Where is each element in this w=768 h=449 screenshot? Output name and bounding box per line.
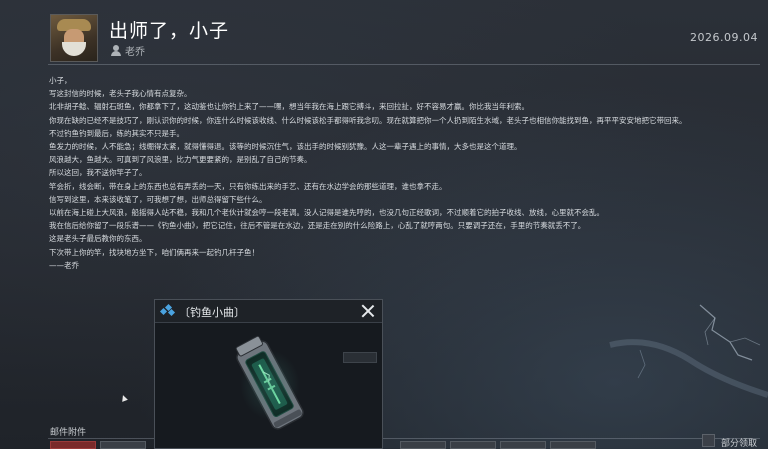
sender-name: 老乔: [125, 47, 145, 58]
claim-label: 部分领取: [721, 439, 758, 449]
letter-line: 鱼发力的时候，人不能急；线绷得太紧，就得懂得退。该等的时候沉住气，该出手的时候别…: [49, 142, 522, 152]
popup-header: 〔钓鱼小曲〕: [155, 300, 382, 322]
sender-avatar: [50, 14, 98, 62]
attachment-slot[interactable]: [50, 441, 96, 449]
item-tooltip-popup: 〔钓鱼小曲〕: [154, 299, 383, 449]
attachment-slot[interactable]: [400, 441, 446, 449]
letter-line: 小子，: [49, 76, 72, 85]
letter-line: 下次带上你的竿，找块地方坐下，咱们俩再来一起钓几杆子鱼！: [49, 247, 259, 257]
letter-line: 以前在海上碰上大风浪，船摇得人站不稳，我和几个老伙计就会哼一段老调。没人记得是谁…: [49, 208, 604, 218]
mouse-cursor: [120, 394, 128, 402]
sender-line: 老乔: [111, 43, 145, 58]
mail-title: 出师了，小子: [109, 20, 230, 42]
letter-line: 写这封信的时候，老头子我心情有点复杂。: [49, 89, 192, 99]
letter-line: ——老乔: [49, 260, 79, 270]
letter-line: 你现在缺的已经不是技巧了，刚认识你的时候，你连什么时候该收线、什么时候该松手都得…: [49, 115, 687, 125]
person-icon: [111, 45, 121, 56]
letter-line: 不过钓鱼钓到最后，练的其实不只是手。: [49, 128, 184, 138]
letter-line: 这是老头子最后教你的东西。: [49, 234, 147, 244]
letter-line: 我在信后给你留了一段乐谱——《钓鱼小曲》，把它记住，往后不管是在水边，还是走在别…: [49, 221, 586, 231]
popup-divider: [155, 322, 382, 323]
attachment-slot[interactable]: [550, 441, 596, 449]
letter-line: 风浪越大，鱼越大。可真到了风浪里，比力气更要紧的，是别乱了自己的节奏。: [49, 155, 312, 165]
diamond-icon: [159, 303, 176, 317]
popup-side-tab: [343, 352, 377, 363]
mail-date: 2026.09.04: [690, 31, 758, 44]
music-cartridge-item: [225, 330, 315, 440]
attachment-slot[interactable]: [100, 441, 146, 449]
letter-line: 北非胡子鲶、辐射石斑鱼，你都拿下了，这动鉴也让你钓上来了——嘿，想当年我在海上跟…: [49, 102, 529, 112]
letter-body: 小子， 写这封信的时候，老头子我心情有点复杂。 北非胡子鲶、辐射石斑鱼，你都拿下…: [49, 74, 757, 272]
attachments-label: 邮件附件: [50, 428, 87, 438]
attachment-slot[interactable]: [450, 441, 496, 449]
popup-title: 〔钓鱼小曲〕: [179, 306, 245, 319]
letter-line: 所以这回，我不送你竿子了。: [49, 168, 147, 178]
letter-line: 竿会折，线会断，带在身上的东西也总有弄丢的一天，只有你练出来的手艺、还有在水边学…: [49, 181, 447, 191]
header-divider: [48, 64, 760, 65]
attachment-slot[interactable]: [500, 441, 546, 449]
close-icon[interactable]: [360, 303, 376, 319]
claim-checkbox[interactable]: [702, 434, 715, 447]
letter-line: 信写到这里，本来该收笔了，可我想了想，出师总得留下些什么。: [49, 194, 267, 204]
